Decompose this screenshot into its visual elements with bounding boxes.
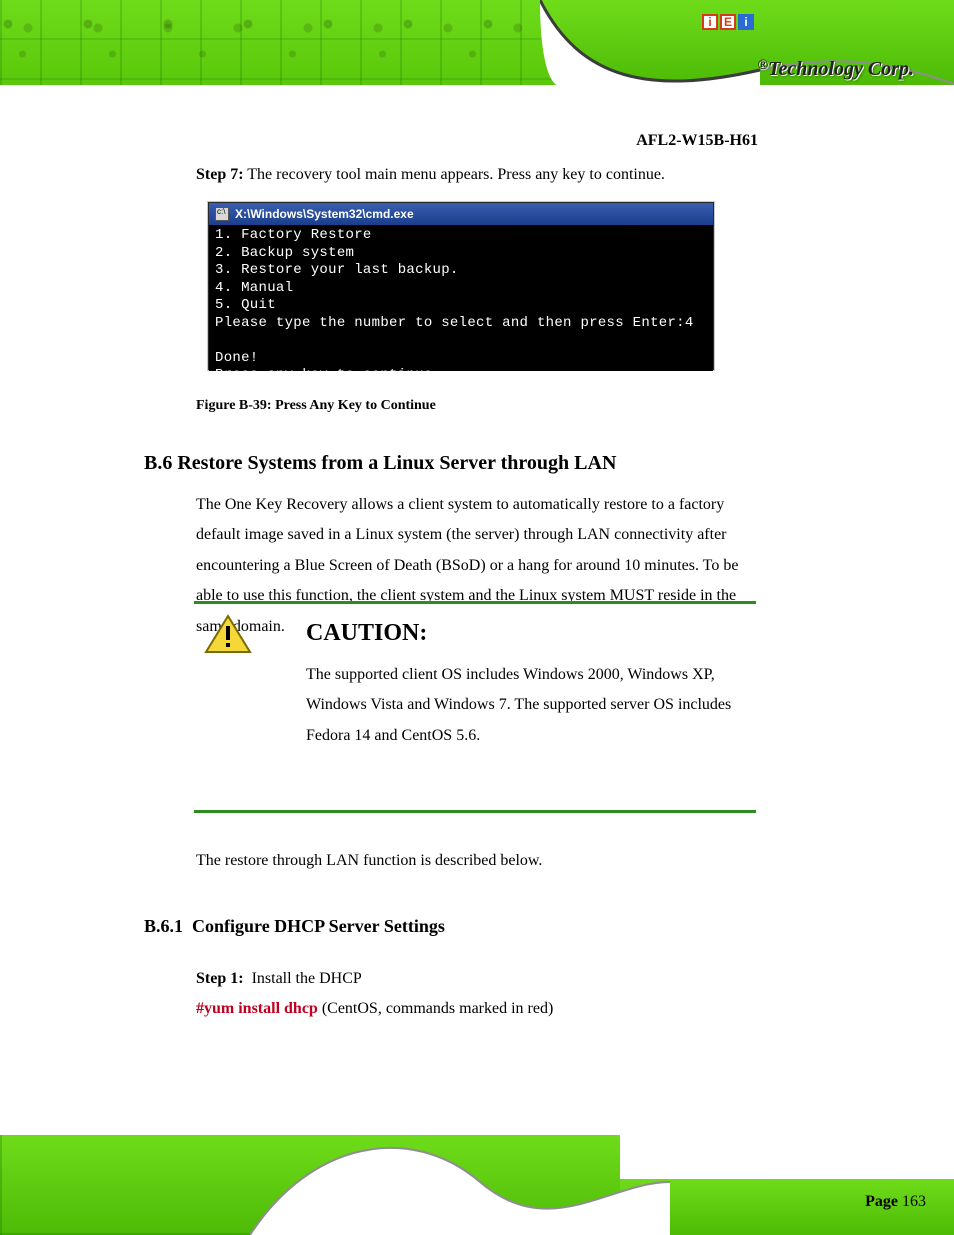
cmd-title-text: X:\Windows\System32\cmd.exe: [235, 207, 414, 221]
cmd-window: X:\Windows\System32\cmd.exe 1. Factory R…: [208, 202, 714, 370]
footer-swoosh: [250, 1122, 670, 1235]
document-title: AFL2-W15B-H61: [636, 132, 758, 150]
footer-band: Page 163: [0, 1122, 954, 1235]
header-decor-left: [0, 0, 560, 85]
command-text: #yum install dhcp: [196, 1000, 318, 1017]
section-heading: B.6 Restore Systems from a Linux Server …: [144, 452, 616, 475]
header-band: iEi ®Technology Corp.: [0, 0, 954, 112]
subsection-heading: B.6.1 Configure DHCP Server Settings: [144, 916, 445, 937]
caution-title: CAUTION:: [306, 620, 427, 647]
cmd-icon: [215, 207, 229, 221]
cmd-cursor: [493, 376, 501, 378]
intro-paragraph: The One Key Recovery allows a client sys…: [196, 490, 756, 642]
logo-icon: iEi: [702, 14, 754, 30]
brand-text: ®Technology Corp.: [758, 58, 914, 81]
caution-rule-top: [194, 601, 756, 604]
caution-body: The supported client OS includes Windows…: [306, 660, 756, 751]
figure-caption: Figure B-39: Press Any Key to Continue: [196, 398, 436, 414]
step-1-text: Step 1: Install the DHCP #yum install dh…: [196, 964, 756, 1025]
cmd-titlebar: X:\Windows\System32\cmd.exe: [209, 203, 713, 225]
warning-icon: [204, 614, 252, 654]
caution-rule-bottom: [194, 810, 756, 813]
step-7-text: Step 7: The recovery tool main menu appe…: [196, 166, 665, 184]
restore-lan-para: The restore through LAN function is desc…: [196, 846, 756, 876]
cmd-body: 1. Factory Restore 2. Backup system 3. R…: [209, 225, 713, 371]
page-number: Page 163: [865, 1193, 926, 1211]
